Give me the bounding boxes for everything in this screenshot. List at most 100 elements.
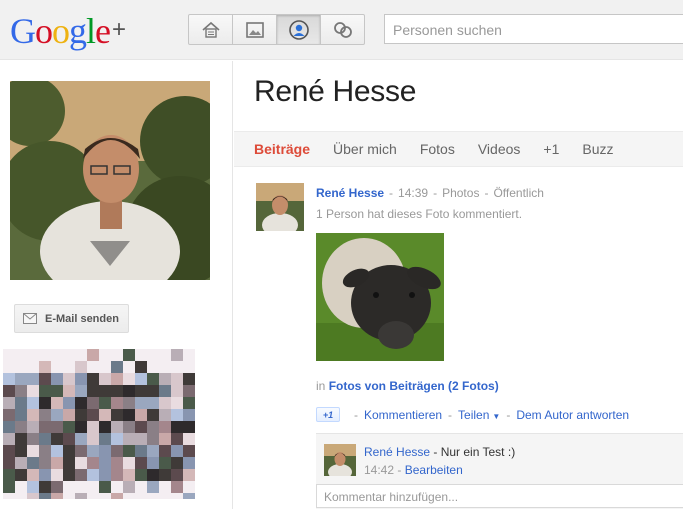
pixel-block (15, 349, 27, 361)
pixel-block (75, 421, 87, 433)
pixel-block (99, 349, 111, 361)
nav-profile-button[interactable] (276, 14, 321, 45)
pixel-block (123, 397, 135, 409)
post-author-link[interactable]: René Hesse (316, 186, 384, 200)
pixel-block (159, 385, 171, 397)
photos-icon (245, 21, 264, 38)
pixel-block (75, 445, 87, 457)
pixel-block (171, 481, 183, 493)
pixel-block (3, 397, 15, 409)
google-plus-logo[interactable]: Google+ (10, 10, 126, 51)
pixel-block (63, 385, 75, 397)
edit-comment-link[interactable]: Bearbeiten (405, 463, 463, 477)
tab-posts[interactable]: Beiträge (254, 141, 310, 157)
pixel-block (183, 481, 195, 493)
pixel-block (147, 493, 159, 499)
pixel-block (99, 493, 111, 499)
pixel-block (3, 373, 15, 385)
pixel-block (183, 409, 195, 421)
logo-letter: l (86, 11, 96, 51)
tab-buzz[interactable]: Buzz (582, 141, 613, 157)
pixel-block (159, 397, 171, 409)
plusone-button[interactable]: +1 (316, 407, 340, 422)
people-search-input[interactable]: Personen suchen (384, 14, 683, 44)
nav-photos-button[interactable] (232, 14, 277, 45)
nav-circles-button[interactable] (320, 14, 365, 45)
pixel-block (15, 361, 27, 373)
nav-stream-button[interactable] (188, 14, 233, 45)
pixel-block (159, 493, 171, 499)
comment-author-link[interactable]: René Hesse (364, 445, 430, 459)
pixel-block (183, 445, 195, 457)
pixel-block (3, 457, 15, 469)
add-comment-input[interactable]: Kommentar hinzufügen... (316, 484, 683, 508)
pixel-block (123, 373, 135, 385)
pixel-block (159, 433, 171, 445)
tab-plusones[interactable]: +1 (543, 141, 559, 157)
pixel-block (3, 445, 15, 457)
main-nav (188, 14, 365, 45)
tab-about[interactable]: Über mich (333, 141, 397, 157)
pixel-block (123, 361, 135, 373)
chevron-down-icon: ▼ (492, 411, 501, 421)
pixel-block (39, 349, 51, 361)
pixel-block (135, 397, 147, 409)
pixel-block (183, 349, 195, 361)
send-email-button[interactable]: E-Mail senden (14, 304, 129, 333)
pixel-block (99, 421, 111, 433)
pixel-block (39, 373, 51, 385)
pixel-block (123, 421, 135, 433)
pixel-block (147, 469, 159, 481)
pixel-block (159, 421, 171, 433)
comment-summary[interactable]: 1 Person hat dieses Foto kommentiert. (316, 207, 522, 221)
pixel-block (171, 397, 183, 409)
pixel-block (159, 457, 171, 469)
stream-icon (201, 21, 220, 38)
post-visibility[interactable]: Öffentlich (493, 186, 543, 200)
pixel-block (27, 493, 39, 499)
pixel-block (27, 397, 39, 409)
pixel-block (51, 373, 63, 385)
post-time[interactable]: 14:39 (398, 186, 428, 200)
pixel-block (15, 397, 27, 409)
pixel-block (171, 469, 183, 481)
comment-link[interactable]: Kommentieren (364, 408, 442, 422)
pixel-block (39, 433, 51, 445)
pixel-block (111, 493, 123, 499)
pixel-block (147, 421, 159, 433)
pixel-block (135, 493, 147, 499)
commenter-avatar[interactable] (324, 444, 356, 476)
post-source[interactable]: Photos (442, 186, 479, 200)
share-link[interactable]: Teilen ▼ (458, 408, 500, 422)
comment-time[interactable]: 14:42 (364, 463, 394, 477)
logo-letter: e (95, 11, 111, 51)
pixel-block (39, 481, 51, 493)
tab-photos[interactable]: Fotos (420, 141, 455, 157)
pixel-block (123, 445, 135, 457)
pixel-block (111, 469, 123, 481)
profile-name: René Hesse (254, 75, 417, 108)
author-avatar[interactable] (256, 183, 304, 231)
pixel-block (63, 397, 75, 409)
pixel-block (3, 361, 15, 373)
pixel-block (39, 385, 51, 397)
pixel-block (27, 361, 39, 373)
tab-videos[interactable]: Videos (478, 141, 521, 157)
pixel-block (147, 445, 159, 457)
album-info: in Fotos von Beiträgen (2 Fotos) (316, 379, 499, 393)
post-photo[interactable] (316, 233, 444, 361)
pixel-block (75, 361, 87, 373)
album-link[interactable]: Fotos von Beiträgen (2 Fotos) (329, 379, 499, 393)
reply-to-author-link[interactable]: Dem Autor antworten (516, 408, 629, 422)
pixel-block (159, 481, 171, 493)
pixel-block (3, 385, 15, 397)
pixel-block (87, 469, 99, 481)
pixel-block (183, 493, 195, 499)
pixel-block (27, 469, 39, 481)
pixel-block (99, 469, 111, 481)
profile-photo[interactable] (10, 81, 210, 280)
pixel-block (147, 481, 159, 493)
pixel-block (147, 349, 159, 361)
pixel-block (51, 457, 63, 469)
pixel-block (99, 373, 111, 385)
